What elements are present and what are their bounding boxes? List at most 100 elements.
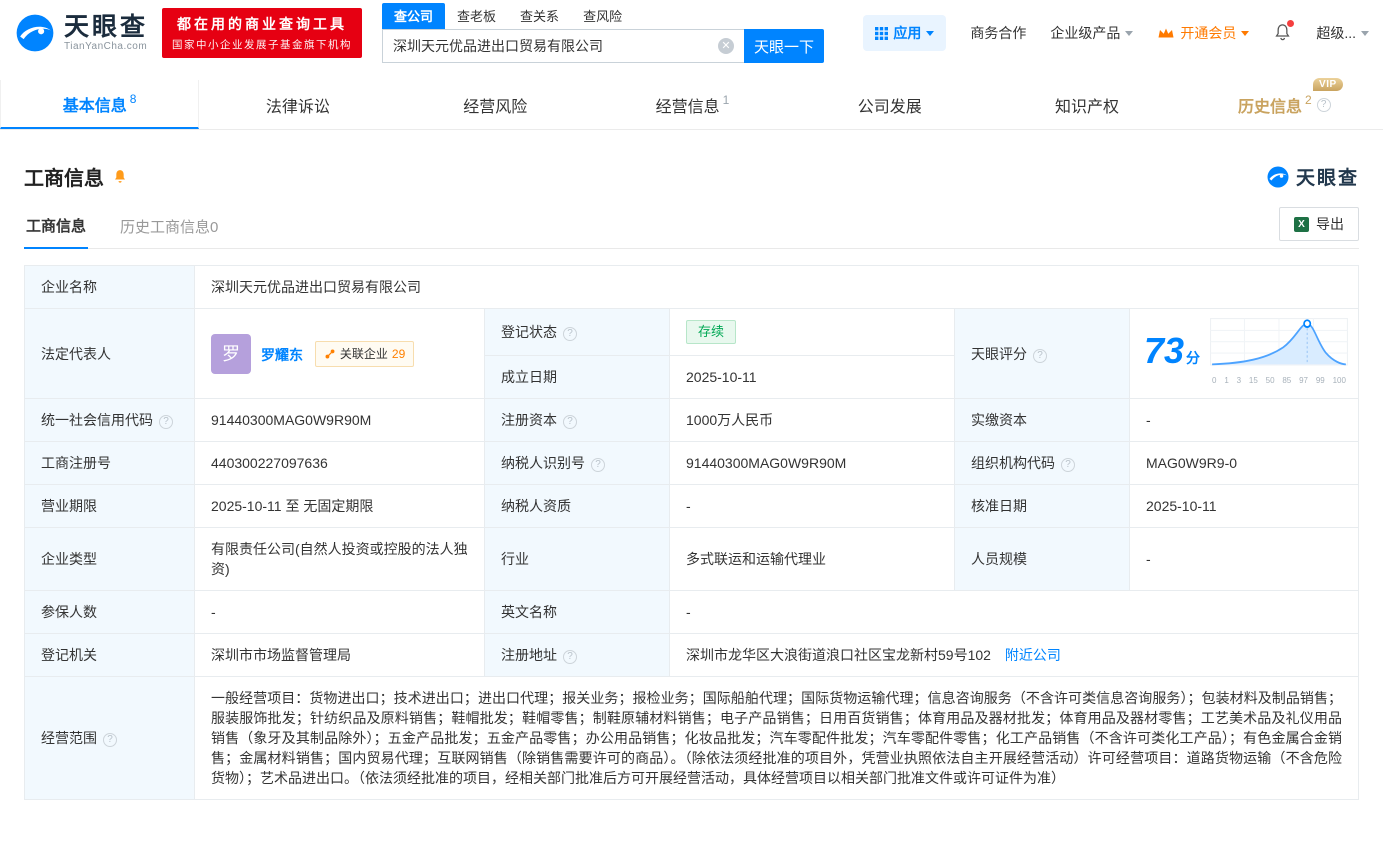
table-row: 统一社会信用代码? 91440300MAG0W9R90M 注册资本? 1000万… bbox=[25, 399, 1359, 442]
apps-button-label: 应用 bbox=[893, 23, 921, 43]
reg-address-text: 深圳市龙华区大浪街道浪口社区宝龙新村59号102 bbox=[686, 647, 991, 663]
field-value-business-term: 2025-10-11 至 无固定期限 bbox=[195, 485, 485, 528]
field-value-reg-address: 深圳市龙华区大浪街道浪口社区宝龙新村59号102 附近公司 bbox=[670, 634, 1359, 677]
notifications-bell[interactable] bbox=[1273, 22, 1292, 45]
field-label-business-term: 营业期限 bbox=[25, 485, 195, 528]
field-value-org-code: MAG0W9R9-0 bbox=[1130, 442, 1359, 485]
field-value-reg-status: 存续 bbox=[670, 309, 955, 356]
subtab-history-business-info[interactable]: 历史工商信息0 bbox=[118, 216, 220, 248]
tianyancha-logo[interactable]: 天眼查 TianYanCha.com bbox=[14, 12, 148, 54]
search-tab-company[interactable]: 查公司 bbox=[382, 3, 445, 29]
field-label-establish-date: 成立日期 bbox=[485, 356, 670, 399]
field-label-legal-rep: 法定代表人 bbox=[25, 309, 195, 399]
tab-legal-litigation[interactable]: 法律诉讼 bbox=[199, 80, 396, 129]
field-value-paid-capital: - bbox=[1130, 399, 1359, 442]
tianyancha-logo-icon bbox=[1266, 165, 1290, 189]
help-icon[interactable]: ? bbox=[591, 458, 605, 472]
legal-rep-name-link[interactable]: 罗耀东 bbox=[261, 347, 303, 363]
field-value-reg-number: 440300227097636 bbox=[195, 442, 485, 485]
help-icon[interactable]: ? bbox=[1317, 98, 1331, 112]
table-row: 法定代表人 罗 罗耀东 关联企业 29 bbox=[25, 309, 1359, 356]
search-row: ✕ 天眼一下 bbox=[382, 29, 824, 63]
export-label: 导出 bbox=[1316, 214, 1344, 234]
search-area: 查公司 查老板 查关系 查风险 ✕ 天眼一下 bbox=[382, 3, 824, 63]
table-row: 工商注册号 440300227097636 纳税人识别号? 91440300MA… bbox=[25, 442, 1359, 485]
field-value-reg-authority: 深圳市市场监督管理局 bbox=[195, 634, 485, 677]
watermark-label: 天眼查 bbox=[1296, 163, 1359, 190]
chevron-down-icon bbox=[1361, 31, 1369, 40]
score-value: 73分 bbox=[1144, 341, 1200, 368]
slogan-line1: 都在用的商业查询工具 bbox=[172, 14, 352, 34]
help-icon[interactable]: ? bbox=[159, 415, 173, 429]
tab-label: 基本信息 bbox=[63, 92, 127, 116]
help-icon[interactable]: ? bbox=[103, 733, 117, 747]
subscribe-bell-icon[interactable] bbox=[112, 168, 128, 185]
field-label-reg-address: 注册地址? bbox=[485, 634, 670, 677]
search-input[interactable] bbox=[393, 38, 718, 54]
apps-button[interactable]: 应用 bbox=[863, 15, 946, 51]
open-membership-button[interactable]: 开通会员 bbox=[1157, 23, 1249, 43]
enterprise-product-menu[interactable]: 企业级产品 bbox=[1050, 23, 1133, 43]
logo-text: 天眼查 TianYanCha.com bbox=[64, 14, 148, 51]
field-value-staff-size: - bbox=[1130, 528, 1359, 591]
business-cooperation-link[interactable]: 商务合作 bbox=[970, 23, 1026, 43]
chevron-down-icon bbox=[926, 31, 934, 40]
field-label-org-code: 组织机构代码? bbox=[955, 442, 1130, 485]
score-curve bbox=[1210, 318, 1348, 370]
chevron-down-icon bbox=[1125, 31, 1133, 40]
search-tab-boss[interactable]: 查老板 bbox=[445, 3, 508, 29]
field-label-reg-number: 工商注册号 bbox=[25, 442, 195, 485]
field-label-reg-status: 登记状态? bbox=[485, 309, 670, 356]
help-icon[interactable]: ? bbox=[563, 415, 577, 429]
tab-company-development[interactable]: 公司发展 bbox=[791, 80, 988, 129]
tab-operation-risk[interactable]: 经营风险 bbox=[397, 80, 594, 129]
score-axis-ticks: 0131550859799100 bbox=[1210, 370, 1348, 391]
clear-search-icon[interactable]: ✕ bbox=[718, 38, 734, 54]
help-icon[interactable]: ? bbox=[563, 650, 577, 664]
nearby-companies-link[interactable]: 附近公司 bbox=[1005, 647, 1061, 663]
network-icon bbox=[324, 348, 336, 360]
tab-count: 8 bbox=[130, 92, 137, 106]
main-content: 工商信息 天眼查 工商信息 历史工商信息0 X 导出 bbox=[0, 130, 1383, 800]
tab-label: 历史信息 bbox=[1238, 93, 1302, 117]
slogan-line2: 国家中小企业发展子基金旗下机构 bbox=[172, 37, 352, 52]
field-value-approval-date: 2025-10-11 bbox=[1130, 485, 1359, 528]
field-label-reg-authority: 登记机关 bbox=[25, 634, 195, 677]
tab-count: 1 bbox=[723, 93, 730, 107]
export-button[interactable]: X 导出 bbox=[1279, 207, 1359, 241]
field-label-staff-size: 人员规模 bbox=[955, 528, 1130, 591]
table-row: 企业类型 有限责任公司(自然人投资或控股的法人独资) 行业 多式联运和运输代理业… bbox=[25, 528, 1359, 591]
tab-label: 知识产权 bbox=[1055, 93, 1119, 117]
field-value-taxpayer-quality: - bbox=[670, 485, 955, 528]
help-icon[interactable]: ? bbox=[563, 327, 577, 341]
field-label-approval-date: 核准日期 bbox=[955, 485, 1130, 528]
field-value-company-type: 有限责任公司(自然人投资或控股的法人独资) bbox=[195, 528, 485, 591]
help-icon[interactable]: ? bbox=[1033, 349, 1047, 363]
user-menu[interactable]: 超级... bbox=[1316, 23, 1369, 43]
tab-label: 经营风险 bbox=[463, 93, 527, 117]
field-label-paid-capital: 实缴资本 bbox=[955, 399, 1130, 442]
field-label-insured-count: 参保人数 bbox=[25, 591, 195, 634]
user-name: 超级... bbox=[1316, 23, 1356, 43]
tab-intellectual-property[interactable]: 知识产权 bbox=[988, 80, 1185, 129]
table-row: 经营范围? 一般经营项目：货物进出口；技术进出口；进出口代理；报关业务；报检业务… bbox=[25, 677, 1359, 800]
tab-operation-info[interactable]: 经营信息 1 bbox=[594, 80, 791, 129]
field-label-score: 天眼评分? bbox=[955, 309, 1130, 399]
search-box: ✕ bbox=[382, 29, 744, 63]
business-info-table: 企业名称 深圳天元优品进出口贸易有限公司 法定代表人 罗 罗耀东 bbox=[24, 265, 1359, 800]
related-companies-pill[interactable]: 关联企业 29 bbox=[315, 341, 414, 367]
field-label-company-name: 企业名称 bbox=[25, 266, 195, 309]
field-label-english-name: 英文名称 bbox=[485, 591, 670, 634]
subtab-business-info[interactable]: 工商信息 bbox=[24, 215, 88, 249]
tab-basic-info[interactable]: 基本信息 8 bbox=[0, 80, 199, 129]
search-tab-relation[interactable]: 查关系 bbox=[508, 3, 571, 29]
tab-history-info[interactable]: VIP 历史信息 2 ? bbox=[1186, 80, 1383, 129]
search-button[interactable]: 天眼一下 bbox=[744, 29, 824, 63]
field-value-company-name: 深圳天元优品进出口贸易有限公司 bbox=[195, 266, 1359, 309]
score-distribution-chart: 0131550859799100 bbox=[1210, 318, 1348, 391]
field-value-credit-code: 91440300MAG0W9R90M bbox=[195, 399, 485, 442]
search-tab-risk[interactable]: 查风险 bbox=[571, 3, 634, 29]
help-icon[interactable]: ? bbox=[1061, 458, 1075, 472]
legal-rep-avatar[interactable]: 罗 bbox=[211, 334, 251, 374]
section-header: 工商信息 天眼查 bbox=[24, 162, 1359, 191]
